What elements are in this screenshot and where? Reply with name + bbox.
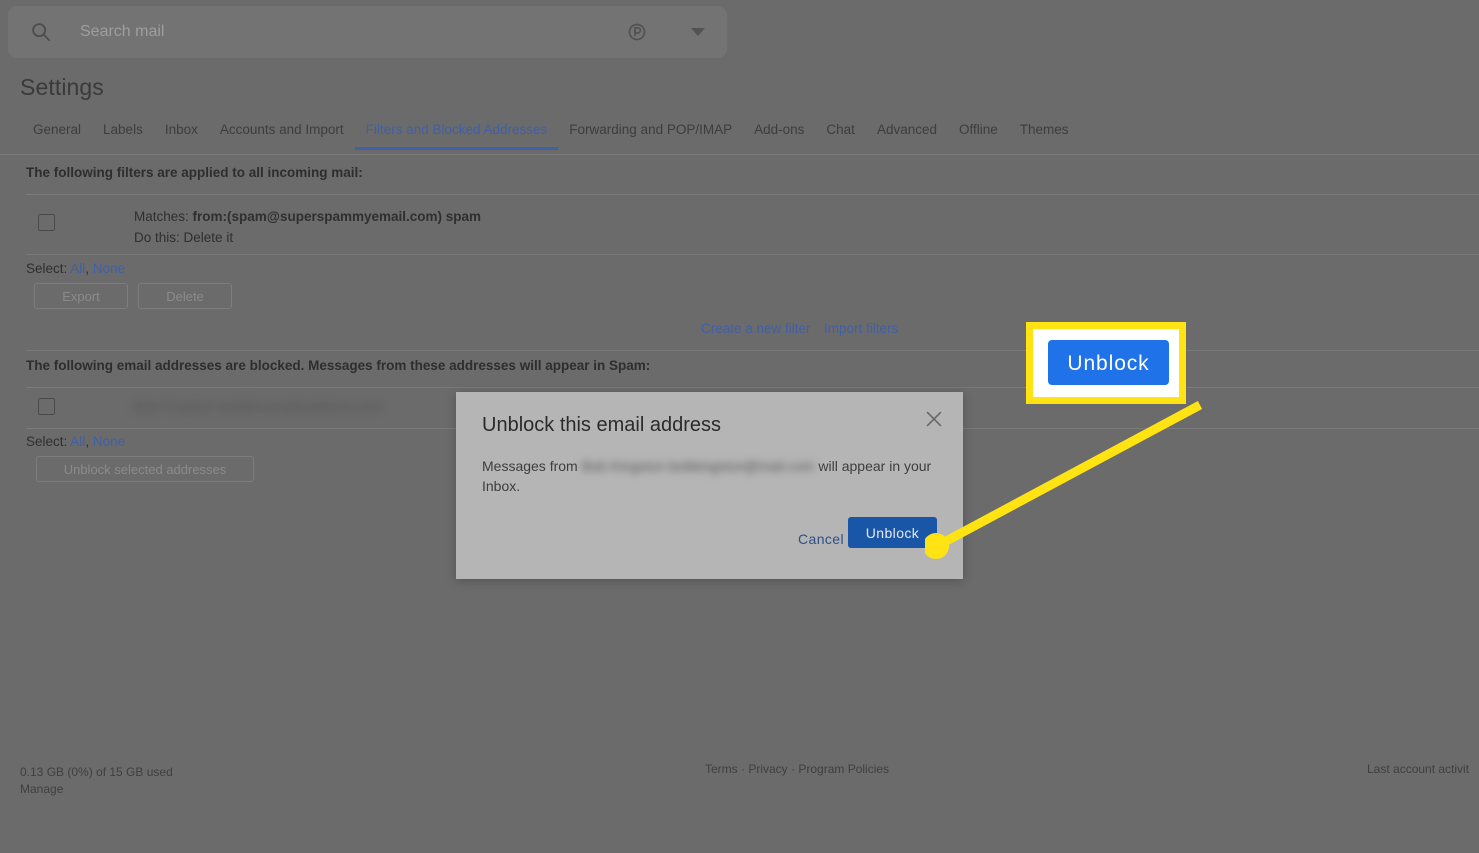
filter-action-label: Do this: xyxy=(134,230,180,245)
dialog-body-address: Bob Kingston bobkingston@mail.com xyxy=(582,456,815,476)
filter-row-description: Matches: from:(spam@superspammyemail.com… xyxy=(134,206,481,248)
callout-unblock-button[interactable]: Unblock xyxy=(1048,340,1169,385)
dialog-body-text: Messages from Bob Kingston bobkingston@m… xyxy=(482,456,934,496)
tab-themes[interactable]: Themes xyxy=(1009,122,1080,150)
blocked-address-value: Bob Kingston bob@exampleaddress.com xyxy=(134,399,383,414)
tabs-divider xyxy=(0,154,1479,155)
tab-general[interactable]: General xyxy=(22,122,92,150)
settings-tabs: General Labels Inbox Accounts and Import… xyxy=(22,122,1462,150)
divider xyxy=(26,350,1479,351)
filter-row-checkbox[interactable] xyxy=(38,214,55,231)
page-title: Settings xyxy=(20,74,104,101)
blocked-addresses-heading: The following email addresses are blocke… xyxy=(26,358,650,373)
chevron-down-icon[interactable] xyxy=(691,28,705,36)
tab-labels[interactable]: Labels xyxy=(92,122,154,150)
privacy-link[interactable]: Privacy xyxy=(748,762,787,776)
blocked-select-label: Select: xyxy=(26,434,67,449)
tab-forwarding-and-pop-imap[interactable]: Forwarding and POP/IMAP xyxy=(558,122,743,150)
divider xyxy=(26,254,1479,255)
filter-action-value: Delete it xyxy=(184,230,234,245)
unblock-selected-addresses-button[interactable]: Unblock selected addresses xyxy=(36,456,254,482)
tab-offline[interactable]: Offline xyxy=(948,122,1009,150)
storage-usage-text: 0.13 GB (0%) of 15 GB used xyxy=(20,762,173,782)
divider xyxy=(26,194,1479,195)
program-policies-link[interactable]: Program Policies xyxy=(798,762,889,776)
blocked-row-checkbox[interactable] xyxy=(38,398,55,415)
last-account-activity-text: Last account activit xyxy=(1367,762,1469,776)
filters-select-label: Select: xyxy=(26,261,67,276)
manage-storage-link[interactable]: Manage xyxy=(20,782,63,796)
export-button[interactable]: Export xyxy=(34,283,128,309)
tab-advanced[interactable]: Advanced xyxy=(866,122,948,150)
filter-matches-value: from:(spam@superspammyemail.com) spam xyxy=(193,209,482,224)
unblock-email-dialog: Unblock this email address Messages from… xyxy=(456,392,963,579)
import-filters-link[interactable]: Import filters xyxy=(824,321,898,336)
close-icon[interactable] xyxy=(923,408,945,430)
divider xyxy=(26,387,1479,388)
filters-select-row: Select: All, None xyxy=(26,261,125,276)
tab-filters-and-blocked-addresses[interactable]: Filters and Blocked Addresses xyxy=(355,122,559,150)
footer-links: Terms · Privacy · Program Policies xyxy=(705,762,889,776)
dialog-body-prefix: Messages from xyxy=(482,458,582,474)
tab-inbox[interactable]: Inbox xyxy=(154,122,209,150)
filter-matches-label: Matches: xyxy=(134,209,189,224)
tab-chat[interactable]: Chat xyxy=(815,122,866,150)
tab-add-ons[interactable]: Add-ons xyxy=(743,122,815,150)
search-icon xyxy=(30,21,52,43)
filters-select-all-link[interactable]: All xyxy=(70,261,85,276)
filters-heading: The following filters are applied to all… xyxy=(26,165,363,180)
dialog-title: Unblock this email address xyxy=(482,414,721,437)
filters-select-none-link[interactable]: None xyxy=(93,261,125,276)
create-new-filter-link[interactable]: Create a new filter xyxy=(701,321,811,336)
unblock-button[interactable]: Unblock xyxy=(848,517,937,548)
callout-highlight-box: Unblock xyxy=(1026,322,1186,404)
terms-link[interactable]: Terms xyxy=(705,762,738,776)
blocked-select-all-link[interactable]: All xyxy=(70,434,85,449)
blocked-select-none-link[interactable]: None xyxy=(93,434,125,449)
footer-separator-1: · xyxy=(738,762,749,776)
search-input[interactable] xyxy=(80,23,627,41)
tab-accounts-and-import[interactable]: Accounts and Import xyxy=(209,122,355,150)
delete-button[interactable]: Delete xyxy=(138,283,232,309)
footer-separator-2: · xyxy=(788,762,799,776)
blocked-select-row: Select: All, None xyxy=(26,434,125,449)
search-options-icon[interactable] xyxy=(627,22,647,42)
search-bar[interactable] xyxy=(8,6,727,58)
